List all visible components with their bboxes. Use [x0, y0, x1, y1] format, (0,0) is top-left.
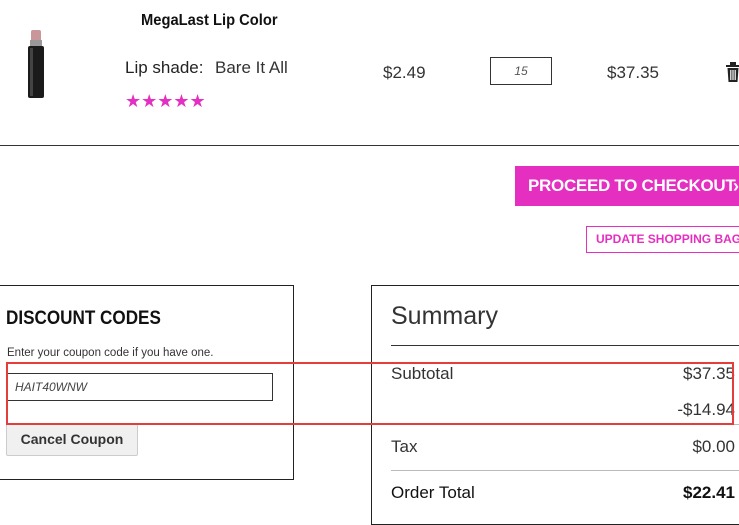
chevron-right-icon: › — [733, 176, 739, 196]
highlight-box — [6, 362, 734, 425]
proceed-to-checkout-button[interactable]: PROCEED TO CHECKOUT › — [515, 166, 739, 206]
discount-help-text: Enter your coupon code if you have one. — [7, 347, 214, 359]
unit-price: $2.49 — [383, 63, 426, 82]
shade-value: Bare It All — [215, 58, 288, 77]
tax-label: Tax — [391, 437, 418, 456]
rating-stars: ★★★★★ — [125, 91, 206, 111]
shade-label: Lip shade: — [125, 58, 204, 77]
summary-title: Summary — [391, 302, 498, 330]
product-thumbnail[interactable] — [22, 28, 48, 102]
checkout-label: PROCEED TO CHECKOUT — [528, 176, 736, 195]
trash-icon[interactable] — [725, 62, 739, 82]
discount-title: DISCOUNT CODES — [6, 308, 161, 329]
order-total-label: Order Total — [391, 483, 475, 502]
summary-divider — [391, 345, 739, 346]
product-name[interactable]: MegaLast Lip Color — [141, 12, 278, 30]
divider — [0, 145, 739, 146]
line-total: $37.35 — [607, 63, 659, 82]
update-shopping-bag-button[interactable]: UPDATE SHOPPING BAG — [586, 226, 739, 253]
order-total-value: $22.41 — [683, 483, 735, 502]
quantity-input[interactable]: 15 — [490, 57, 552, 85]
tax-value: $0.00 — [692, 437, 735, 456]
cancel-coupon-button[interactable]: Cancel Coupon — [6, 423, 138, 456]
summary-divider — [391, 470, 739, 471]
